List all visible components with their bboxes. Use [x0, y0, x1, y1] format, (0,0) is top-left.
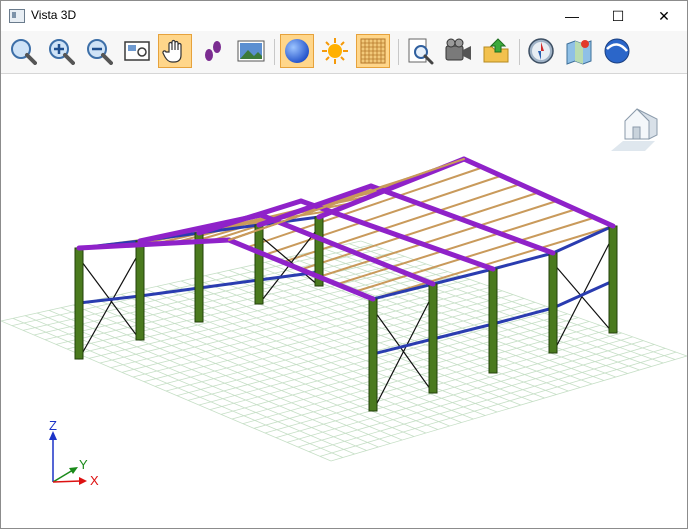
grid-line: [1, 240, 362, 322]
grid-line: [132, 286, 492, 378]
walk-button[interactable]: [196, 34, 230, 68]
close-button[interactable]: ✕: [641, 1, 687, 31]
steel-column: [608, 225, 618, 334]
steel-column: [135, 240, 145, 341]
zoom-window-button[interactable]: [120, 34, 154, 68]
google-earth-button[interactable]: [600, 34, 634, 68]
steel-column: [428, 283, 438, 394]
toolbar-separator: [274, 39, 275, 65]
walk-footprints-icon: [205, 41, 221, 61]
zoom-in-button[interactable]: [44, 34, 78, 68]
wall-bracing: [552, 262, 614, 334]
pan-button[interactable]: [158, 34, 192, 68]
ground-grid: [1, 240, 687, 462]
roof-rafter: [316, 156, 467, 220]
toolbar-separator: [398, 39, 399, 65]
background-image-icon: [237, 40, 265, 62]
x-axis-label: X: [90, 473, 99, 488]
title-bar[interactable]: Vista 3D — ☐ ✕: [1, 1, 687, 31]
steel-column: [254, 224, 264, 305]
steel-column: [194, 232, 204, 323]
record-video-button[interactable]: [441, 34, 475, 68]
zoom-in-icon: [49, 39, 75, 65]
print-preview-icon: [408, 38, 434, 65]
pan-hand-icon: [162, 39, 182, 63]
zoom-fit-icon: [11, 39, 37, 65]
video-camera-icon: [445, 38, 471, 61]
map-location-icon: [566, 40, 592, 65]
axis-triad: Z Y X: [49, 418, 99, 488]
minimize-button[interactable]: —: [549, 1, 595, 31]
export-folder-icon: [483, 38, 509, 63]
wall-girt: [551, 279, 615, 310]
window-title: Vista 3D: [31, 8, 77, 22]
map-button[interactable]: [562, 34, 596, 68]
steel-column: [74, 247, 84, 360]
eave-girt: [491, 251, 555, 271]
zoom-out-icon: [87, 39, 113, 65]
grid-line: [33, 252, 394, 336]
steel-column: [368, 298, 378, 412]
toolbar-separator: [519, 39, 520, 65]
grid-icon: [360, 38, 386, 64]
roof-rafter: [461, 156, 616, 229]
z-axis-label: Z: [49, 418, 57, 433]
print-preview-button[interactable]: [403, 34, 437, 68]
solid-view-button[interactable]: [280, 34, 314, 68]
lighting-button[interactable]: [318, 34, 352, 68]
zoom-fit-button[interactable]: [6, 34, 40, 68]
maximize-button[interactable]: ☐: [595, 1, 641, 31]
grid-line: [231, 321, 590, 420]
eave-girt: [551, 224, 615, 255]
grid-line: [220, 317, 579, 415]
3d-viewport[interactable]: Z Y X: [1, 74, 687, 528]
grid-button[interactable]: [356, 34, 390, 68]
compass-button[interactable]: [524, 34, 558, 68]
steel-column: [548, 252, 558, 354]
grid-line: [44, 255, 405, 341]
light-sun-icon: [322, 38, 348, 64]
toolbar: [1, 31, 687, 74]
zoom-out-button[interactable]: [82, 34, 116, 68]
app-window-icon: [9, 9, 25, 23]
app-window: Vista 3D — ☐ ✕ Z Y X: [0, 0, 688, 529]
export-button[interactable]: [479, 34, 513, 68]
solid-sphere-icon: [285, 39, 309, 63]
grid-line: [286, 340, 644, 443]
steel-column: [488, 268, 498, 374]
wall-girt: [491, 306, 555, 326]
google-earth-icon: [604, 38, 630, 64]
zoom-window-icon: [124, 41, 150, 61]
home-view-icon[interactable]: [611, 108, 658, 151]
compass-icon: [528, 38, 554, 64]
background-button[interactable]: [234, 34, 268, 68]
grid-line: [297, 344, 655, 448]
y-axis-label: Y: [79, 457, 88, 472]
wall-bracing: [78, 250, 141, 360]
3d-scene[interactable]: Z Y X: [1, 74, 687, 528]
